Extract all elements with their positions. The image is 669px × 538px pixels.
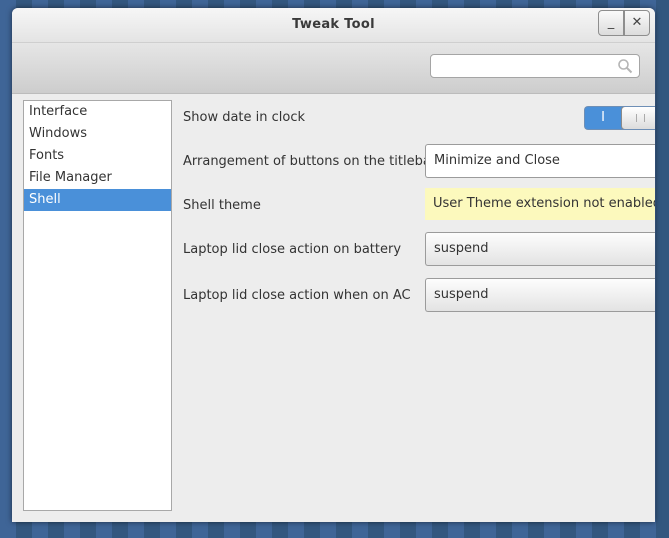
button-arrangement-combo[interactable]: Minimize and Close <box>425 144 655 178</box>
tweak-tool-window: Tweak Tool _ ✕ Interface Windows Fonts F… <box>12 8 655 522</box>
shell-theme-warning: User Theme extension not enabled <box>425 188 655 220</box>
minimize-button[interactable]: _ <box>598 10 624 36</box>
lid-ac-value: suspend <box>434 287 489 302</box>
search-input[interactable] <box>437 56 621 78</box>
setting-row-show-date: Show date in clock I <box>183 100 655 136</box>
setting-row-lid-ac: Laptop lid close action when on AC suspe… <box>183 278 655 314</box>
sidebar-item-interface[interactable]: Interface <box>24 101 171 123</box>
search-icon <box>618 59 633 74</box>
shell-theme-label: Shell theme <box>183 198 261 213</box>
close-button[interactable]: ✕ <box>624 10 650 36</box>
search-box[interactable] <box>430 54 640 78</box>
setting-row-lid-battery: Laptop lid close action on battery suspe… <box>183 232 655 268</box>
sidebar-item-windows[interactable]: Windows <box>24 123 171 145</box>
toolbar <box>12 43 655 94</box>
show-date-switch[interactable]: I <box>584 106 655 130</box>
button-arrangement-value: Minimize and Close <box>434 153 560 168</box>
sidebar: Interface Windows Fonts File Manager She… <box>23 100 172 511</box>
shell-theme-warning-text: User Theme extension not enabled <box>433 196 655 211</box>
lid-battery-value: suspend <box>434 241 489 256</box>
lid-ac-label: Laptop lid close action when on AC <box>183 288 411 303</box>
sidebar-item-shell[interactable]: Shell <box>24 189 171 211</box>
lid-battery-combo[interactable]: suspend <box>425 232 655 266</box>
lid-ac-combo[interactable]: suspend <box>425 278 655 312</box>
lid-battery-label: Laptop lid close action on battery <box>183 242 402 257</box>
window-title: Tweak Tool <box>292 17 375 32</box>
settings-panel: Show date in clock I Arrangement of butt… <box>183 100 655 511</box>
sidebar-item-fonts[interactable]: Fonts <box>24 145 171 167</box>
titlebar[interactable]: Tweak Tool _ ✕ <box>12 8 655 43</box>
knob-grip-icon <box>636 114 645 122</box>
sidebar-item-file-manager[interactable]: File Manager <box>24 167 171 189</box>
switch-on-indicator: I <box>601 110 605 125</box>
setting-row-shell-theme: Shell theme User Theme extension not ena… <box>183 188 655 224</box>
setting-row-button-arrangement: Arrangement of buttons on the titlebar M… <box>183 144 655 180</box>
show-date-label: Show date in clock <box>183 110 306 125</box>
button-arrangement-label: Arrangement of buttons on the titlebar <box>183 154 437 169</box>
switch-knob[interactable] <box>621 107 655 129</box>
